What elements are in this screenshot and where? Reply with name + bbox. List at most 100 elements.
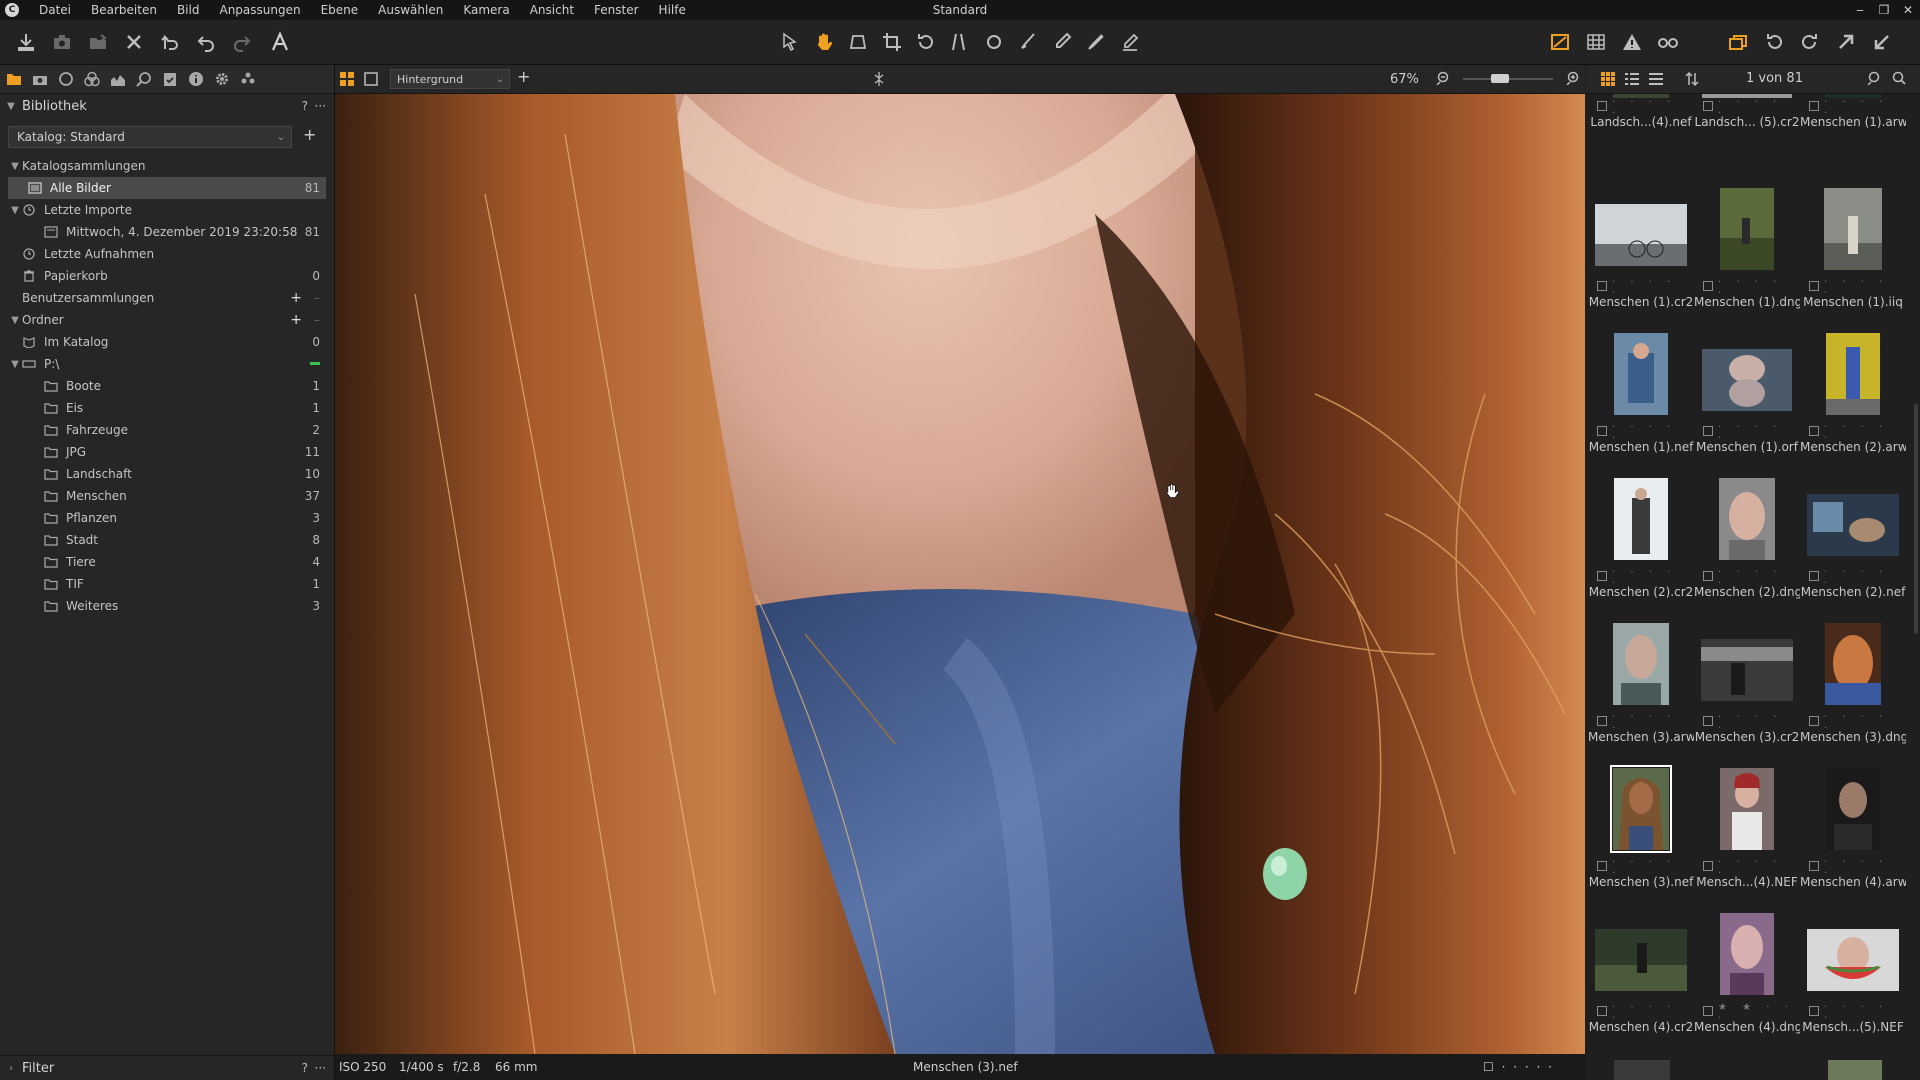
folder-fahrzeuge[interactable]: Fahrzeuge 2 bbox=[8, 419, 326, 441]
export-button[interactable] bbox=[1832, 28, 1860, 56]
folder-pflanzen[interactable]: Pflanzen 3 bbox=[8, 507, 326, 529]
delete-button[interactable] bbox=[120, 28, 148, 56]
menu-fenster[interactable]: Fenster bbox=[584, 0, 649, 20]
tab-output[interactable] bbox=[214, 71, 230, 87]
exposure-warning-button[interactable] bbox=[1546, 28, 1574, 56]
add-collection-icon[interactable]: + bbox=[290, 290, 302, 306]
ordner-header[interactable]: ▼ Ordner + – bbox=[8, 309, 326, 331]
multi-view-button[interactable] bbox=[339, 71, 355, 87]
add-layer-button[interactable]: + bbox=[517, 67, 530, 86]
thumbnail-partial[interactable] bbox=[1614, 1060, 1670, 1080]
tree-item-alle-bilder[interactable]: Alle Bilder 81 bbox=[8, 177, 326, 199]
tab-details[interactable] bbox=[136, 71, 152, 87]
close-window-button[interactable]: ✕ bbox=[1896, 0, 1920, 20]
search-button[interactable] bbox=[1892, 71, 1908, 87]
thumbnail[interactable]: · · · · · Landsch... (5).cr2 bbox=[1694, 94, 1800, 153]
menu-bild[interactable]: Bild bbox=[167, 0, 210, 20]
folder-eis[interactable]: Eis 1 bbox=[8, 397, 326, 419]
thumbnail[interactable]: · · · · · Menschen (1).cr2 bbox=[1588, 188, 1694, 333]
thumbnail[interactable]: · · · · · Menschen (2).arw bbox=[1800, 333, 1906, 478]
variants-button[interactable] bbox=[1724, 28, 1752, 56]
select-checkbox[interactable] bbox=[1703, 571, 1713, 581]
tree-item-papierkorb[interactable]: Papierkorb 0 bbox=[8, 265, 326, 287]
folder-menschen[interactable]: Menschen 37 bbox=[8, 485, 326, 507]
zoom-in-button[interactable] bbox=[1565, 71, 1579, 86]
rotate-right-button[interactable] bbox=[1796, 28, 1824, 56]
thumbnail[interactable]: · · · · · Landsch...(4).nef bbox=[1588, 94, 1694, 153]
select-checkbox[interactable] bbox=[1597, 1006, 1607, 1016]
tab-batch[interactable] bbox=[240, 71, 256, 87]
menu-bearbeiten[interactable]: Bearbeiten bbox=[81, 0, 167, 20]
folder-jpg[interactable]: JPG 11 bbox=[8, 441, 326, 463]
zoom-thumbnails-button[interactable] bbox=[1866, 71, 1882, 87]
library-more-button[interactable]: ··· bbox=[315, 99, 326, 113]
folder-landschaft[interactable]: Landschaft 10 bbox=[8, 463, 326, 485]
tab-metadata[interactable] bbox=[188, 71, 204, 87]
select-checkbox[interactable] bbox=[1703, 716, 1713, 726]
menu-ebene[interactable]: Ebene bbox=[311, 0, 369, 20]
tab-lens[interactable] bbox=[58, 71, 74, 87]
katalogsammlungen-header[interactable]: ▼ Katalogsammlungen bbox=[8, 155, 326, 177]
select-checkbox[interactable] bbox=[1809, 571, 1819, 581]
select-checkbox[interactable] bbox=[1597, 716, 1607, 726]
tab-library[interactable] bbox=[6, 71, 22, 87]
filter-more-button[interactable]: ··· bbox=[315, 1061, 326, 1075]
thumbnail-view-button[interactable] bbox=[1600, 71, 1616, 87]
select-checkbox[interactable] bbox=[1809, 861, 1819, 871]
filter-header[interactable]: › Filter ? ··· bbox=[0, 1055, 334, 1080]
thumbnail[interactable]: · · · · · Menschen (4).cr2 bbox=[1588, 913, 1694, 1058]
image-viewer[interactable] bbox=[335, 94, 1585, 1054]
sort-button[interactable] bbox=[1684, 71, 1700, 87]
reset-button[interactable] bbox=[156, 28, 184, 56]
thumbnail[interactable]: · · · · · Menschen (4).arw bbox=[1800, 768, 1906, 913]
pen-tool-button[interactable] bbox=[1048, 28, 1076, 56]
crop-tool-button[interactable] bbox=[878, 28, 906, 56]
menu-auswaehlen[interactable]: Auswählen bbox=[368, 0, 453, 20]
rotate-left-button[interactable] bbox=[1760, 28, 1788, 56]
thumbnail[interactable]: · · · · · Menschen (3).cr2 bbox=[1694, 623, 1800, 768]
warning-button[interactable] bbox=[1618, 28, 1646, 56]
select-checkbox[interactable] bbox=[1809, 1006, 1819, 1016]
menu-anpassungen[interactable]: Anpassungen bbox=[209, 0, 310, 20]
select-checkbox[interactable] bbox=[1809, 716, 1819, 726]
menu-kamera[interactable]: Kamera bbox=[453, 0, 519, 20]
zoom-slider-handle[interactable] bbox=[1491, 74, 1509, 83]
tree-item-letzte-importe[interactable]: ▼ Letzte Importe bbox=[8, 199, 326, 221]
thumbnail-selected[interactable]: · · · · · Menschen (3).nef bbox=[1588, 765, 1694, 913]
select-checkbox[interactable] bbox=[1703, 281, 1713, 291]
select-checkbox[interactable] bbox=[1703, 1006, 1713, 1016]
single-view-button[interactable] bbox=[363, 71, 379, 87]
text-tool-button[interactable] bbox=[266, 28, 294, 56]
zoom-out-button[interactable] bbox=[1435, 71, 1449, 86]
thumbnail[interactable]: · · · · · Menschen (2).dng bbox=[1694, 478, 1800, 623]
select-checkbox[interactable] bbox=[1597, 861, 1607, 871]
picker-tool-button[interactable] bbox=[1082, 28, 1110, 56]
thumbnail[interactable]: · · · · · Menschen (1).nef bbox=[1588, 333, 1694, 478]
select-checkbox[interactable] bbox=[1597, 426, 1607, 436]
tree-item-letzte-aufnahmen[interactable]: Letzte Aufnahmen bbox=[8, 243, 326, 265]
browser-scrollbar[interactable] bbox=[1914, 404, 1918, 634]
thumbnail[interactable]: · · · · · Menschen (3).dng bbox=[1800, 623, 1906, 768]
move-to-folder-button[interactable] bbox=[84, 28, 112, 56]
filter-help-button[interactable]: ? bbox=[302, 1061, 308, 1075]
benutzersammlungen-header[interactable]: Benutzersammlungen + – bbox=[8, 287, 326, 309]
folder-tiere[interactable]: Tiere 4 bbox=[8, 551, 326, 573]
remove-collection-icon[interactable]: – bbox=[314, 291, 320, 305]
redo-button[interactable] bbox=[228, 28, 256, 56]
folder-weiteres[interactable]: Weiteres 3 bbox=[8, 595, 326, 617]
folder-stadt[interactable]: Stadt 8 bbox=[8, 529, 326, 551]
tree-item-im-katalog[interactable]: Im Katalog 0 bbox=[8, 331, 326, 353]
add-catalog-button[interactable]: + bbox=[303, 125, 316, 144]
import-button[interactable] bbox=[12, 28, 40, 56]
keystone-tool-button[interactable] bbox=[946, 28, 974, 56]
select-checkbox[interactable] bbox=[1597, 571, 1607, 581]
select-checkbox[interactable] bbox=[1597, 281, 1607, 291]
menu-ansicht[interactable]: Ansicht bbox=[520, 0, 584, 20]
tab-adjustments[interactable] bbox=[162, 71, 178, 87]
menu-hilfe[interactable]: Hilfe bbox=[649, 0, 696, 20]
select-checkbox[interactable] bbox=[1597, 101, 1607, 111]
spot-tool-button[interactable] bbox=[980, 28, 1008, 56]
select-checkbox[interactable] bbox=[1703, 101, 1713, 111]
thumbnail[interactable]: ★ ★ · · · Menschen (4).dng bbox=[1694, 913, 1800, 1058]
grid-button[interactable] bbox=[1582, 28, 1610, 56]
